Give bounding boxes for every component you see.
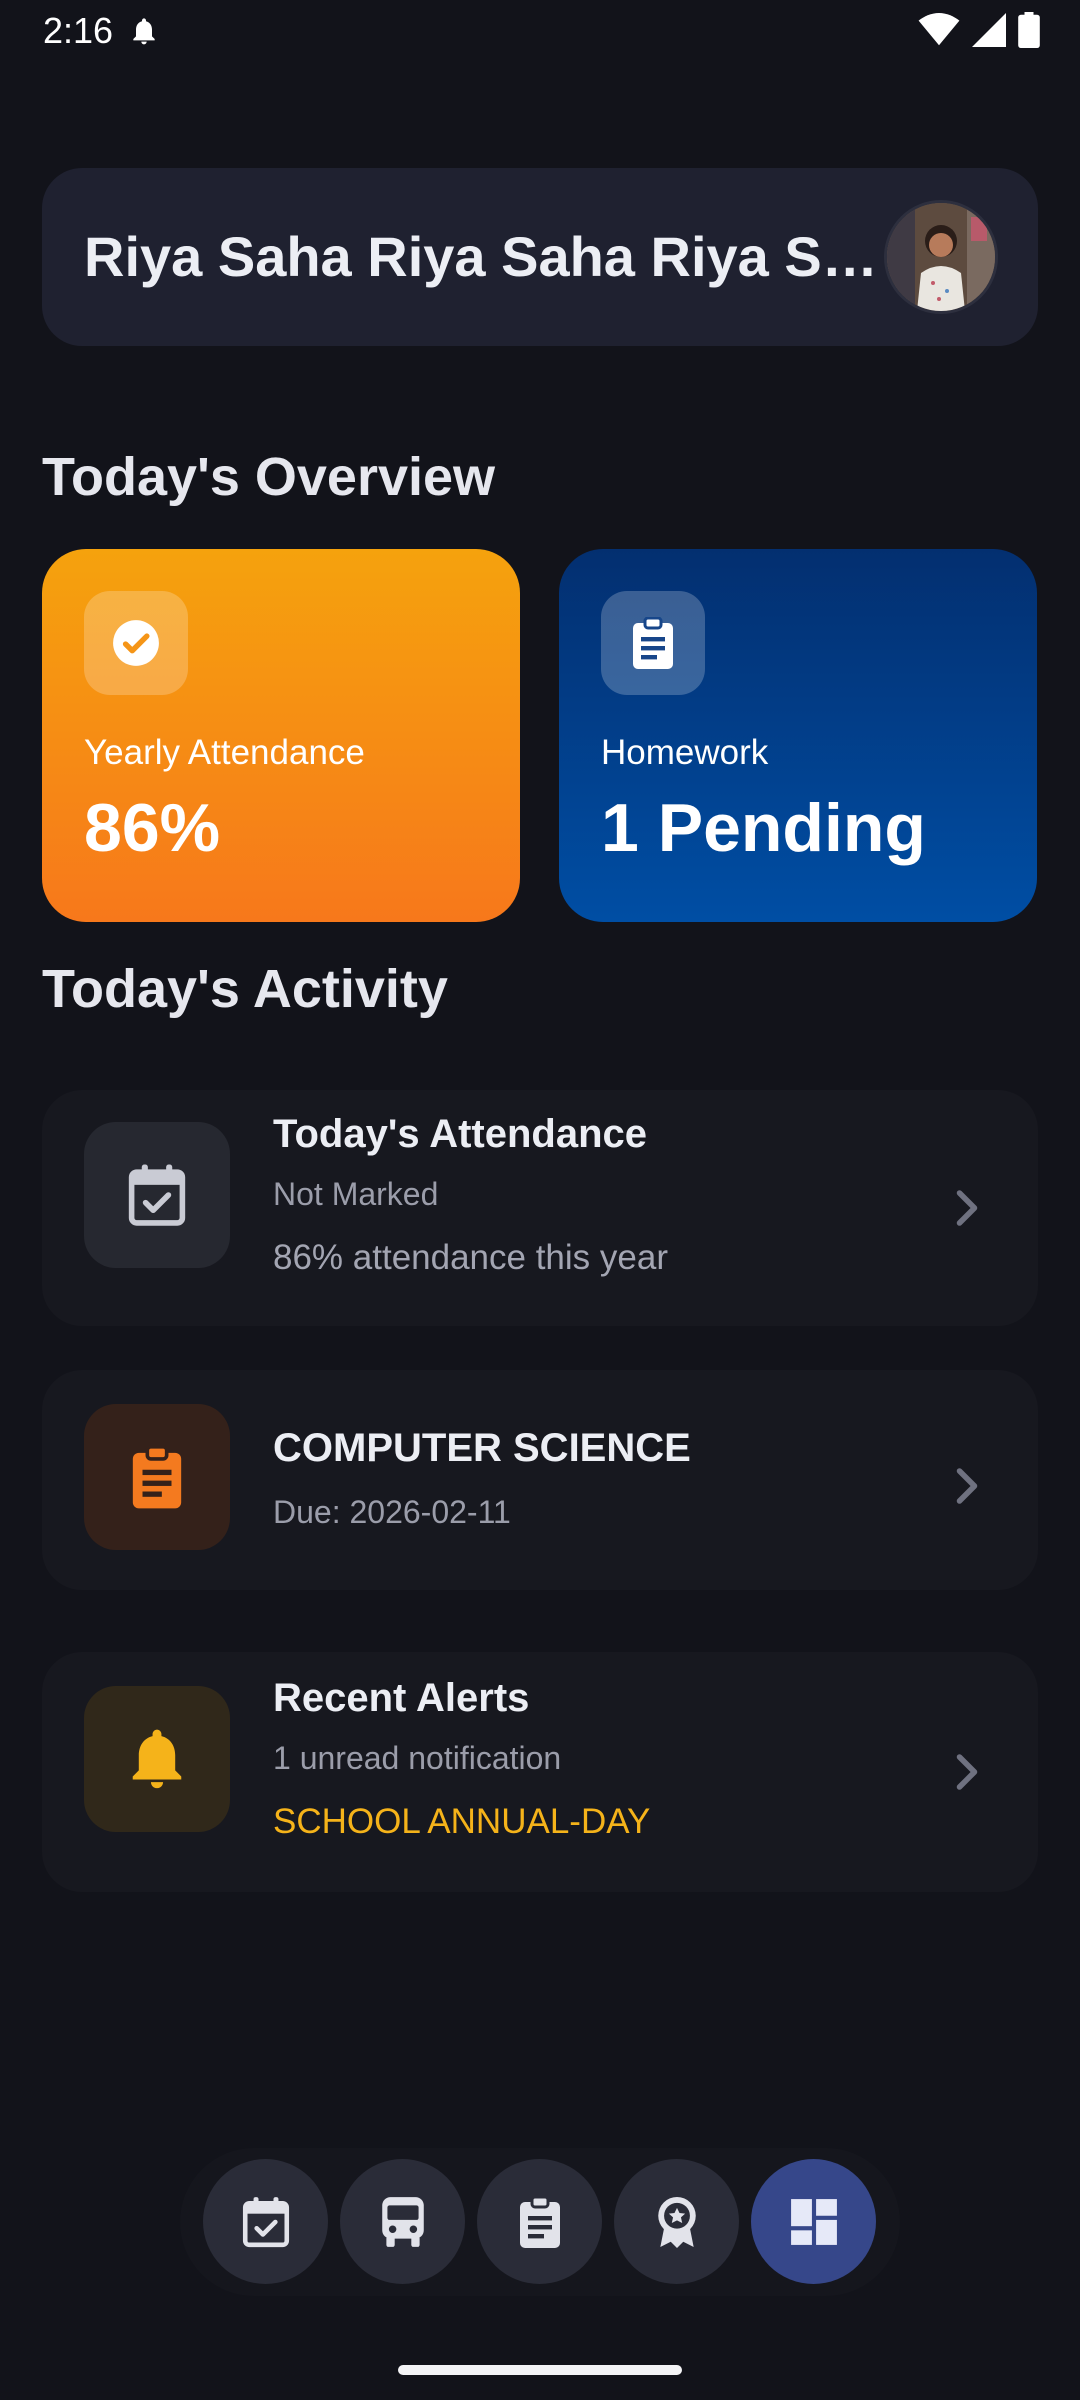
nav-homework-button[interactable] — [477, 2159, 602, 2284]
bus-icon — [381, 2196, 424, 2247]
activity-extra: 86% attendance this year — [273, 1238, 668, 1277]
activity-title: COMPUTER SCIENCE — [273, 1426, 691, 1470]
homework-label: Homework — [601, 733, 769, 772]
yearly-attendance-card[interactable]: Yearly Attendance 86% — [42, 549, 520, 922]
chevron-right-icon — [956, 1754, 978, 1790]
student-name: Riya Saha Riya Saha Riya Saha — [84, 225, 904, 288]
alert-headline: SCHOOL ANNUAL-DAY — [273, 1802, 651, 1841]
overview-section-title: Today's Overview — [42, 447, 496, 507]
battery-icon — [1018, 12, 1040, 48]
avatar[interactable] — [884, 200, 998, 314]
activity-title: Recent Alerts — [273, 1676, 530, 1720]
app-screen: 2:16 Riya Saha Riya Saha Riya Saha Today… — [0, 0, 1080, 2400]
todays-attendance-card[interactable]: Today's Attendance Not Marked 86% attend… — [42, 1090, 1038, 1326]
notification-bell-icon — [133, 18, 155, 45]
clipboard-icon — [519, 2195, 560, 2248]
homework-activity-card[interactable]: COMPUTER SCIENCE Due: 2026-02-11 — [42, 1370, 1038, 1590]
check-circle-icon — [84, 591, 188, 695]
status-icons — [918, 12, 1040, 48]
status-time: 2:16 — [43, 10, 114, 51]
bell-icon — [84, 1686, 230, 1832]
student-avatar-photo — [887, 203, 995, 311]
clipboard-icon — [601, 591, 705, 695]
signal-icon — [972, 13, 1006, 47]
activity-section-title: Today's Activity — [42, 959, 448, 1019]
chevron-right-icon — [956, 1468, 978, 1504]
activity-subtitle: Due: 2026-02-11 — [273, 1494, 511, 1530]
calendar-check-icon — [242, 2196, 289, 2247]
nav-transport-button[interactable] — [340, 2159, 465, 2284]
award-badge-icon — [657, 2196, 696, 2248]
nav-dashboard-button[interactable] — [751, 2159, 876, 2284]
activity-subtitle: Not Marked — [273, 1176, 439, 1212]
chevron-right-icon — [956, 1190, 978, 1226]
clipboard-icon — [84, 1404, 230, 1550]
home-indicator[interactable] — [398, 2365, 682, 2375]
nav-achievements-button[interactable] — [614, 2159, 739, 2284]
calendar-check-icon — [84, 1122, 230, 1268]
recent-alerts-card[interactable]: Recent Alerts 1 unread notification SCHO… — [42, 1652, 1038, 1892]
profile-header-card[interactable]: Riya Saha Riya Saha Riya Saha — [42, 168, 1038, 346]
activity-subtitle: 1 unread notification — [273, 1740, 562, 1776]
homework-card[interactable]: Homework 1 Pending — [559, 549, 1037, 922]
status-bar: 2:16 — [0, 0, 1080, 62]
nav-attendance-button[interactable] — [203, 2159, 328, 2284]
homework-value: 1 Pending — [601, 790, 926, 866]
dashboard-icon — [790, 2198, 837, 2245]
activity-title: Today's Attendance — [273, 1112, 648, 1156]
attendance-value: 86% — [84, 790, 221, 866]
wifi-icon — [918, 13, 960, 46]
attendance-label: Yearly Attendance — [84, 733, 365, 772]
